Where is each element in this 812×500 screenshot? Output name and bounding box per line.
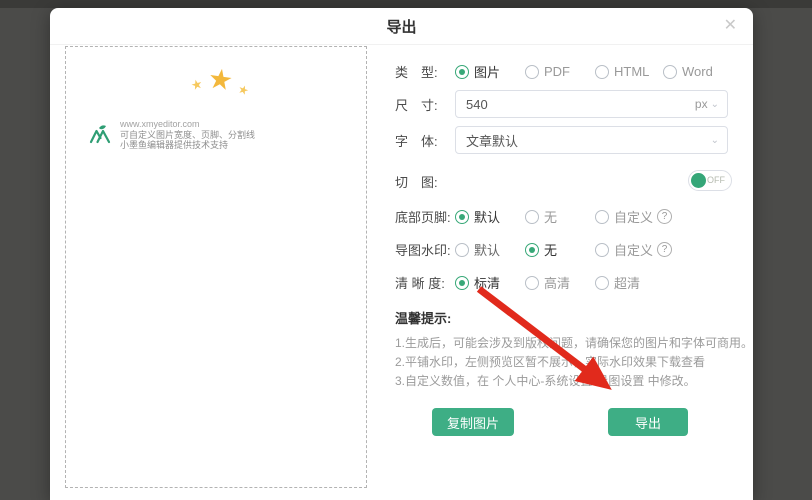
tips-block: 温馨提示: 1.生成后，可能会涉及到版权问题，请确保您的图片和字体可商用。 2.… [395,308,740,391]
close-icon[interactable]: ✕ [724,17,737,35]
radio-type-word[interactable]: Word [663,64,713,79]
radio-icon [595,65,609,79]
font-select[interactable]: 文章默认 ⌄ [455,126,728,154]
help-icon[interactable]: ? [657,209,672,224]
radio-icon [595,243,609,257]
export-button[interactable]: 导出 [608,408,688,436]
dialog-actions: 复制图片 导出 [395,408,740,436]
help-icon[interactable]: ? [657,242,672,257]
watermark-line: 可自定义图片宽度、页脚、分割线 [120,130,255,141]
row-font: 字 体: 文章默认 ⌄ [395,126,728,154]
field-label: 清 晰 度: [395,273,455,292]
tips-line: 3.自定义数值，在 个人中心-系统设置-导图设置 中修改。 [395,372,740,391]
star-icon: ★ [206,61,235,97]
radio-definition-hd[interactable]: 高清 [525,273,595,292]
watermark-line: 小墨鱼编辑器提供技术支持 [120,140,255,151]
slice-toggle[interactable]: OFF [688,170,732,191]
radio-watermark-none[interactable]: 无 [525,240,595,259]
star-icon: ★ [189,76,204,94]
radio-footer-default[interactable]: 默认 [455,207,525,226]
watermark-url: www.xmyeditor.com [120,119,255,130]
copy-image-button[interactable]: 复制图片 [432,408,514,436]
radio-icon [525,243,539,257]
radio-type-image[interactable]: 图片 [455,62,525,81]
field-label: 底部页脚: [395,207,455,226]
radio-icon [455,210,469,224]
row-size: 尺 寸: 540 px ⌄ [395,90,728,118]
row-export-type: 类 型: 图片 PDF HTML Word [395,62,713,81]
star-icon: ★ [236,82,251,99]
radio-icon [595,210,609,224]
radio-icon [455,276,469,290]
field-label: 字 体: [395,131,455,150]
export-preview-area: ★ ★ ★ www.xmyeditor.com 可自定义图片宽度、页脚、分割线 … [65,46,367,488]
tips-heading: 温馨提示: [395,308,740,327]
radio-icon [455,65,469,79]
dialog-header: 导出 ✕ [50,8,753,45]
row-watermark: 导图水印: 默认 无 自定义 ? [395,240,672,259]
radio-icon [525,276,539,290]
row-footer: 底部页脚: 默认 无 自定义 ? [395,207,672,226]
radio-icon [455,243,469,257]
radio-type-html[interactable]: HTML [595,64,663,79]
toggle-state-label: OFF [707,175,725,185]
radio-watermark-default[interactable]: 默认 [455,240,525,259]
radio-definition-uhd[interactable]: 超清 [595,273,640,292]
export-dialog: 导出 ✕ ★ ★ ★ www.xmyeditor.com 可自定义图片宽度、页脚… [50,8,753,500]
radio-footer-none[interactable]: 无 [525,207,595,226]
size-value: 540 [456,97,695,112]
background-top-strip [0,0,812,8]
radio-icon [525,210,539,224]
row-definition: 清 晰 度: 标清 高清 超清 [395,273,640,292]
watermark-text: www.xmyeditor.com 可自定义图片宽度、页脚、分割线 小墨鱼编辑器… [120,119,255,151]
dialog-title: 导出 [50,16,753,37]
radio-definition-sd[interactable]: 标清 [455,273,525,292]
watermark-block: www.xmyeditor.com 可自定义图片宽度、页脚、分割线 小墨鱼编辑器… [88,119,255,151]
tips-line: 1.生成后，可能会涉及到版权问题，请确保您的图片和字体可商用。 [395,334,740,353]
toggle-knob [691,173,706,188]
font-value: 文章默认 [456,131,708,150]
chevron-down-icon: ⌄ [711,135,719,146]
field-label: 尺 寸: [395,95,455,114]
radio-footer-custom[interactable]: 自定义 [595,207,653,226]
radio-icon [663,65,677,79]
radio-type-pdf[interactable]: PDF [525,64,595,79]
row-slice: 切 图: OFF [395,172,455,191]
radio-watermark-custom[interactable]: 自定义 [595,240,653,259]
xmyeditor-logo-icon [88,122,112,146]
radio-icon [525,65,539,79]
size-input[interactable]: 540 px ⌄ [455,90,728,118]
tips-line: 2.平铺水印，左侧预览区暂不展示，实际水印效果下载查看 [395,353,740,372]
preview-stars: ★ ★ ★ [66,57,366,101]
unit-dropdown[interactable]: px ⌄ [695,97,727,111]
field-label: 导图水印: [395,240,455,259]
chevron-down-icon: ⌄ [711,99,719,110]
field-label: 类 型: [395,62,455,81]
field-label: 切 图: [395,172,455,191]
radio-icon [595,276,609,290]
